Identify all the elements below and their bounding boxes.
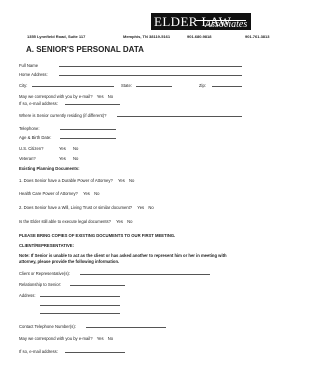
- client-email-no[interactable]: No: [108, 336, 113, 341]
- client-email-question-text: May we correspond with you by e-mail?: [19, 336, 93, 341]
- will-yes[interactable]: Yes: [137, 205, 144, 210]
- age-label: Age & Birth Date:: [19, 135, 52, 140]
- email-yes[interactable]: Yes: [97, 94, 104, 99]
- client-address-label: Address:: [19, 293, 36, 298]
- contact-phone-field[interactable]: [86, 327, 166, 328]
- email-no[interactable]: No: [108, 94, 113, 99]
- firm-city: Memphis, TN 38119-5161: [123, 34, 171, 39]
- relationship-field[interactable]: [70, 285, 125, 286]
- execute-question-text: Is the Elder still able to execute legal…: [19, 219, 111, 224]
- telephone-field[interactable]: [60, 129, 116, 130]
- execute-no[interactable]: No: [127, 219, 132, 224]
- client-address-field-1[interactable]: [40, 296, 120, 297]
- email-address-field[interactable]: [65, 104, 120, 105]
- hcpoa-question: Health Care Power of Attorney? Yes No: [19, 191, 99, 196]
- poa-no[interactable]: No: [129, 178, 134, 183]
- firm-address: 1355 Lynnfield Road, Suite 117: [27, 34, 86, 39]
- will-no[interactable]: No: [148, 205, 153, 210]
- firm-phone-1: 901.680.9818: [187, 34, 212, 39]
- client-email-label: If so, e-mail address:: [19, 349, 58, 354]
- poa-question: 1. Does Senior have a Durable Power of A…: [19, 178, 134, 183]
- veteran-no[interactable]: No: [73, 156, 78, 161]
- execute-yes[interactable]: Yes: [116, 219, 123, 224]
- planning-heading: Existing Planning Documents:: [19, 166, 80, 171]
- hcpoa-yes[interactable]: Yes: [83, 191, 90, 196]
- city-label: City:: [19, 83, 28, 88]
- state-field[interactable]: [136, 86, 172, 87]
- note-line-2: attorney, please provide the following i…: [19, 259, 120, 264]
- email-question-text: May we correspond with you by e-mail?: [19, 94, 93, 99]
- residing-field[interactable]: [117, 116, 242, 117]
- execute-question: Is the Elder still able to execute legal…: [19, 219, 133, 224]
- full-name-field[interactable]: [59, 66, 242, 67]
- client-address-field-2[interactable]: [40, 305, 120, 306]
- poa-yes[interactable]: Yes: [118, 178, 125, 183]
- state-label: State:: [121, 83, 132, 88]
- note-line-1: Note: If Senior is unable to act as the …: [19, 253, 227, 258]
- will-question-text: 2. Does Senior have a Will, Living Trust…: [19, 205, 133, 210]
- citizen-no[interactable]: No: [73, 146, 78, 151]
- logo-text-associates: Associates: [205, 19, 248, 30]
- firm-phone-2: 901.761.3813: [245, 34, 270, 39]
- citizen-yes[interactable]: Yes: [59, 146, 66, 151]
- full-name-label: Full Name: [19, 63, 39, 68]
- bring-copies-notice: PLEASE BRING COPIES OF EXISTING DOCUMENT…: [19, 233, 176, 238]
- zip-field[interactable]: [212, 86, 242, 87]
- page-title: A. SENIOR'S PERSONAL DATA: [26, 45, 144, 54]
- email-question: May we correspond with you by e-mail? Ye…: [19, 94, 113, 99]
- client-name-field[interactable]: [80, 274, 210, 275]
- zip-label: Zip:: [199, 83, 206, 88]
- email-address-label: If so, e-mail address:: [19, 101, 58, 106]
- veteran-label: Veteran?: [19, 156, 36, 161]
- client-email-question: May we correspond with you by e-mail? Ye…: [19, 336, 113, 341]
- hcpoa-no[interactable]: No: [94, 191, 99, 196]
- age-field[interactable]: [60, 138, 116, 139]
- firm-logo: ELDER LAW Associates: [151, 13, 251, 30]
- relationship-label: Relationship to Senior:: [19, 282, 62, 287]
- client-address-field-3[interactable]: [40, 313, 120, 314]
- home-address-label: Home Address:: [19, 72, 48, 77]
- client-email-field[interactable]: [65, 352, 125, 353]
- will-question: 2. Does Senior have a Will, Living Trust…: [19, 205, 154, 210]
- contact-phone-label: Contact Telephone Number(s):: [19, 324, 76, 329]
- hcpoa-question-text: Health Care Power of Attorney?: [19, 191, 78, 196]
- citizen-label: U.S. Citizen?: [19, 146, 44, 151]
- client-name-label: Client or Representative(s):: [19, 271, 70, 276]
- client-email-yes[interactable]: Yes: [97, 336, 104, 341]
- telephone-label: Telephone:: [19, 126, 40, 131]
- residing-label: Where is Senior currently residing (if d…: [19, 113, 107, 118]
- client-heading: CLIENT/REPRESENTATIVE:: [19, 243, 74, 248]
- veteran-yes[interactable]: Yes: [59, 156, 66, 161]
- city-field[interactable]: [32, 86, 114, 87]
- home-address-field[interactable]: [59, 75, 242, 76]
- poa-question-text: 1. Does Senior have a Durable Power of A…: [19, 178, 113, 183]
